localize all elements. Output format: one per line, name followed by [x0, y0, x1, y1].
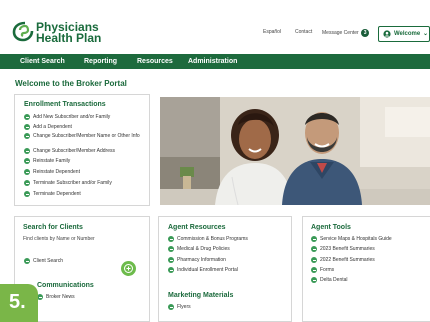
link-label: Medical & Drug Policies [177, 246, 230, 252]
arrow-circle-icon [24, 158, 30, 164]
link-label: Add a Dependent [33, 124, 72, 130]
user-icon [383, 30, 391, 38]
link-label: Reinstate Family [33, 158, 71, 164]
hero-photo-couple [160, 97, 430, 205]
step-number-label: 5. [9, 291, 26, 313]
arrow-circle-icon [168, 257, 174, 263]
agent-tools-title: Agent Tools [311, 224, 351, 231]
step-number-badge: 5. [0, 284, 38, 322]
link-label: Terminate Subscriber and/or Family [33, 180, 112, 186]
arrow-circle-icon [24, 258, 30, 264]
arrow-circle-icon [311, 257, 317, 263]
site-header: Physicians Health Plan Español Contact M… [0, 0, 430, 54]
link-label: Client Search [33, 258, 64, 264]
link-label: Change Subscriber/Member Address [33, 148, 115, 154]
search-clients-subtitle: Find clients by Name or Number [23, 236, 95, 242]
link-label: Terminate Dependent [33, 191, 81, 197]
search-clients-title: Search for Clients [23, 224, 83, 231]
page-title: Welcome to the Broker Portal [15, 79, 127, 88]
logo-wordmark[interactable]: Physicians Health Plan [36, 21, 102, 45]
arrow-circle-icon [311, 277, 317, 283]
enrollment-transactions-card: Enrollment Transactions Add New Subscrib… [14, 94, 150, 206]
agent-tools-card: Agent Tools Service Maps & Hospitals Gui… [302, 216, 430, 322]
communications-title: Communications [37, 282, 94, 289]
link-label: Forms [320, 267, 335, 273]
espanol-link[interactable]: Español [263, 29, 281, 35]
link-label: Individual Enrollment Portal [177, 267, 238, 273]
nav-resources[interactable]: Resources [137, 58, 173, 65]
agent-resources-title: Agent Resources [168, 224, 226, 231]
logo-line-2: Health Plan [36, 31, 102, 45]
link-label: Add New Subscriber and/or Family [33, 114, 111, 120]
agent-resources-card: Agent Resources Commission & Bonus Progr… [158, 216, 292, 322]
arrow-circle-icon [168, 236, 174, 242]
arrow-circle-icon [24, 133, 30, 139]
arrow-circle-icon [168, 267, 174, 273]
nav-reporting[interactable]: Reporting [84, 58, 117, 65]
php-logo-icon[interactable] [11, 20, 35, 42]
link-label: Flyers [177, 304, 191, 310]
accessibility-fab-button[interactable] [121, 261, 136, 276]
link-label: Pharmacy Information [177, 257, 226, 263]
link-label: Delta Dental [320, 277, 348, 283]
arrow-circle-icon [311, 236, 317, 242]
plus-circle-icon [124, 264, 133, 273]
link-label: Broker News [46, 294, 75, 300]
link-label: Reinstate Dependent [33, 169, 80, 175]
chevron-down-icon: ⌄ [423, 31, 429, 37]
marketing-materials-title: Marketing Materials [168, 292, 234, 299]
link-label: 2022 Benefit Summaries [320, 257, 375, 263]
message-center-label: Message Center [322, 30, 359, 36]
link-label: Commission & Bonus Programs [177, 236, 248, 242]
arrow-circle-icon [311, 267, 317, 273]
contact-link[interactable]: Contact [295, 29, 312, 35]
message-count-badge: 3 [360, 29, 370, 37]
link-label: 2023 Benefit Summaries [320, 246, 375, 252]
arrow-circle-icon [24, 191, 30, 197]
arrow-circle-icon [24, 124, 30, 130]
arrow-circle-icon [24, 148, 30, 154]
welcome-label: Welcome [394, 31, 421, 37]
arrow-circle-icon [24, 180, 30, 186]
link-label: Change Subscriber/Member Name or Other I… [33, 133, 140, 139]
arrow-circle-icon [24, 114, 30, 120]
arrow-circle-icon [168, 304, 174, 310]
arrow-circle-icon [168, 246, 174, 252]
nav-administration[interactable]: Administration [188, 58, 237, 65]
enrollment-title: Enrollment Transactions [24, 101, 106, 108]
arrow-circle-icon [311, 246, 317, 252]
link-label: Service Maps & Hospitals Guide [320, 236, 392, 242]
welcome-account-button[interactable]: Welcome ⌄ [378, 26, 430, 42]
nav-client-search[interactable]: Client Search [20, 58, 65, 65]
arrow-circle-icon [24, 169, 30, 175]
message-center-link[interactable]: Message Center 3 [322, 29, 370, 37]
broker-portal-page: Physicians Health Plan Español Contact M… [0, 0, 430, 322]
main-nav: Client Search Reporting Resources Admini… [0, 54, 430, 69]
